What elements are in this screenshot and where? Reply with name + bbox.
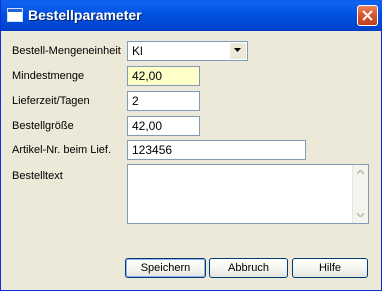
order-text-area[interactable]: [127, 164, 369, 224]
order-size-input[interactable]: 42,00: [127, 116, 200, 136]
order-size-label: Bestellgröße: [12, 120, 74, 132]
close-icon: [362, 10, 373, 21]
save-button[interactable]: Speichern: [125, 258, 206, 278]
vertical-scrollbar[interactable]: [352, 165, 368, 223]
help-button[interactable]: Hilfe: [292, 258, 368, 278]
window-icon: [7, 8, 23, 22]
min-qty-input[interactable]: 42,00: [127, 66, 200, 86]
title-bar[interactable]: Bestellparameter: [1, 0, 382, 31]
min-qty-label: Mindestmenge: [12, 70, 85, 82]
unit-select-value: Kl: [132, 44, 143, 58]
scroll-down-arrow-icon: [357, 213, 364, 217]
chevron-down-icon: [234, 48, 241, 52]
scroll-up-arrow-icon: [357, 170, 364, 174]
unit-label: Bestell-Mengeneinheit: [12, 45, 121, 57]
supplier-article-input[interactable]: 123456: [127, 140, 306, 160]
close-button[interactable]: [357, 5, 378, 26]
window-title: Bestellparameter: [28, 7, 142, 23]
dialog-window: Bestellparameter Bestell-Mengeneinheit K…: [0, 0, 382, 291]
order-text-label: Bestelltext: [12, 170, 63, 182]
cancel-button[interactable]: Abbruch: [209, 258, 288, 278]
scroll-down-button[interactable]: [353, 208, 368, 223]
scroll-up-button[interactable]: [353, 165, 368, 180]
supplier-article-label: Artikel-Nr. beim Lief.: [12, 144, 112, 156]
unit-select[interactable]: Kl: [127, 41, 248, 61]
lead-time-label: Lieferzeit/Tagen: [12, 95, 90, 107]
lead-time-input[interactable]: 2: [127, 91, 200, 111]
unit-dropdown-button[interactable]: [230, 43, 246, 59]
